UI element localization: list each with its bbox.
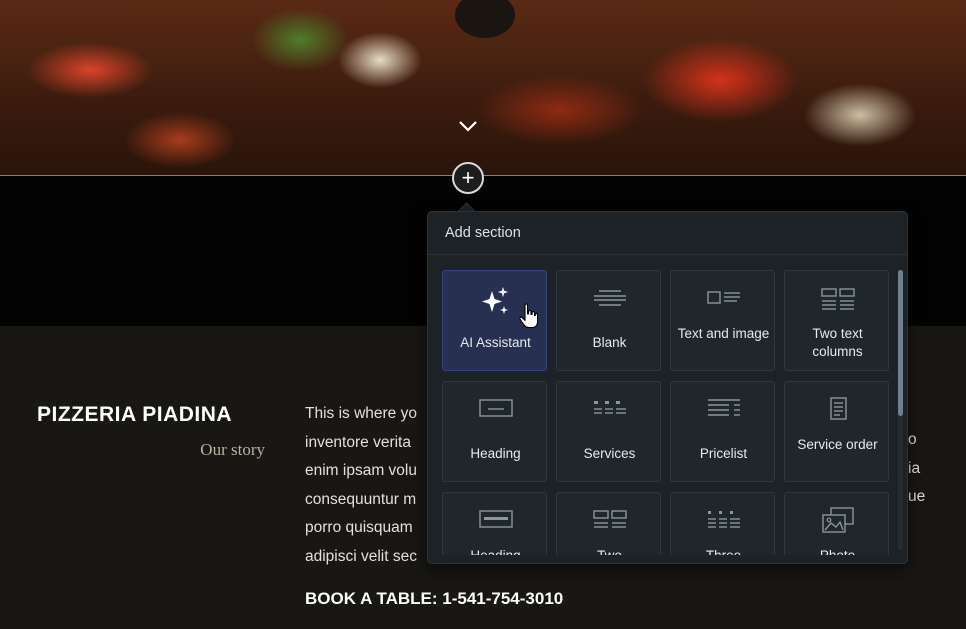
add-section-panel: Add section AI Assistant Blank Text and … [427, 211, 908, 564]
subtitle: Our story [200, 440, 265, 459]
tile-service-order[interactable]: Service order [784, 381, 889, 482]
tile-label: Heading [470, 446, 521, 461]
book-table-text: BOOK A TABLE: 1-541-754-3010 [305, 589, 564, 608]
page-title: PIZZERIA PIADINA [37, 403, 233, 426]
paragraph-line-end: o [908, 431, 917, 448]
tile-label: AI Assistant [460, 335, 531, 350]
tile-label: Heading [447, 547, 544, 555]
tile-two-text-columns[interactable]: Two text columns [784, 270, 889, 371]
hand-cursor-icon [519, 303, 539, 329]
blank-icon [557, 288, 662, 313]
tile-pricelist[interactable]: Pricelist [670, 381, 775, 482]
add-section-button[interactable]: + [452, 162, 484, 194]
tile-label: Service order [797, 437, 878, 452]
tile-label: Services [583, 446, 636, 461]
photo-icon [785, 506, 890, 539]
tile-three-columns[interactable]: Three [670, 492, 775, 555]
divider [428, 254, 907, 255]
scrollbar-thumb[interactable] [898, 270, 903, 416]
text-image-icon [671, 289, 776, 312]
panel-title: Add section [445, 225, 521, 241]
tile-label: Pricelist [699, 446, 748, 461]
two-columns-icon [557, 510, 662, 537]
tile-photo[interactable]: Photo [784, 492, 889, 555]
services-icon [557, 399, 662, 422]
panel-scrollbar[interactable] [898, 270, 903, 550]
tile-heading-alt[interactable]: Heading [442, 492, 547, 555]
tile-blank[interactable]: Blank [556, 270, 661, 371]
tile-label: Photo [789, 547, 886, 555]
tile-heading[interactable]: Heading [442, 381, 547, 482]
two-columns-icon [785, 288, 890, 315]
hero-image [0, 0, 966, 176]
heading-icon [443, 510, 548, 535]
tile-label: Text and image [677, 326, 770, 341]
tile-label: Two text columns [812, 326, 863, 359]
paragraph-line-end: ue [908, 488, 926, 505]
tile-label: Two [561, 547, 658, 555]
tile-two-columns[interactable]: Two [556, 492, 661, 555]
heading-icon [443, 399, 548, 424]
tile-label: Three [675, 547, 772, 555]
service-order-icon [785, 397, 890, 426]
tile-services[interactable]: Services [556, 381, 661, 482]
paragraph-line-end: ia [908, 460, 921, 477]
olive-shape [455, 0, 515, 38]
section-grid: AI Assistant Blank Text and image Two te… [442, 270, 892, 555]
pricelist-icon [671, 398, 776, 425]
tile-text-and-image[interactable]: Text and image [670, 270, 775, 371]
three-columns-icon [671, 510, 776, 537]
tile-label: Blank [592, 335, 627, 350]
chevron-down-icon[interactable] [456, 116, 480, 136]
